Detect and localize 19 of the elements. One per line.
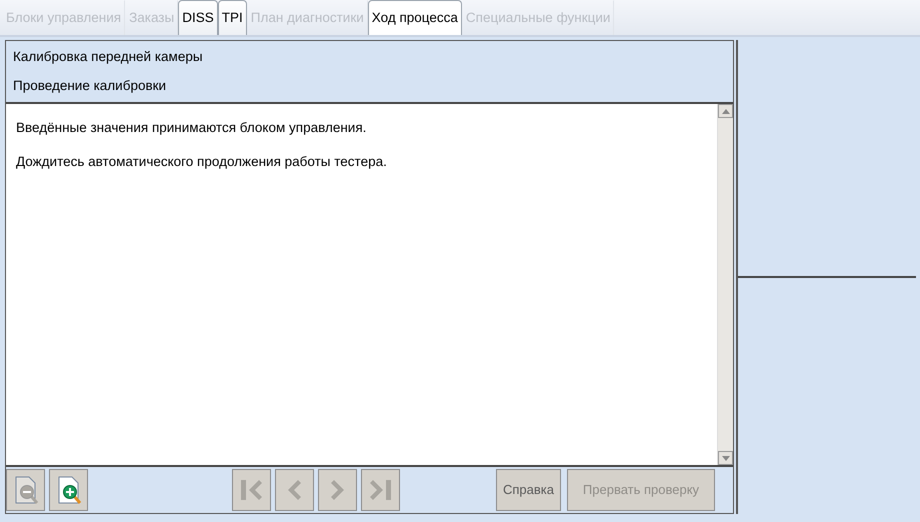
up-arrow-icon [722,108,730,114]
skip-forward-icon [370,480,391,500]
tab[interactable]: Ход процесса [368,0,462,35]
tab[interactable]: DISS [178,0,218,35]
header-title: Калибровка передней камеры [13,48,204,66]
scroll-down-button[interactable] [718,451,733,465]
chevron-right-icon [331,480,344,500]
scroll-up-button[interactable] [718,104,733,118]
zoom-in-button[interactable] [49,469,88,511]
help-button[interactable]: Справка [496,469,561,511]
message-area: Введённые значения принимаются блоком управления. Дождитесь автоматического продолжения работы тестера. [6,104,717,465]
zoom-out-icon [12,475,38,505]
down-arrow-icon [722,456,730,460]
skip-back-icon [241,480,262,500]
header-subtitle: Проведение калибровки [13,76,168,95]
tab[interactable]: TPI [218,0,247,35]
scrollbar[interactable] [717,104,733,465]
zoom-in-icon [56,475,82,505]
chevron-left-icon [288,480,301,500]
